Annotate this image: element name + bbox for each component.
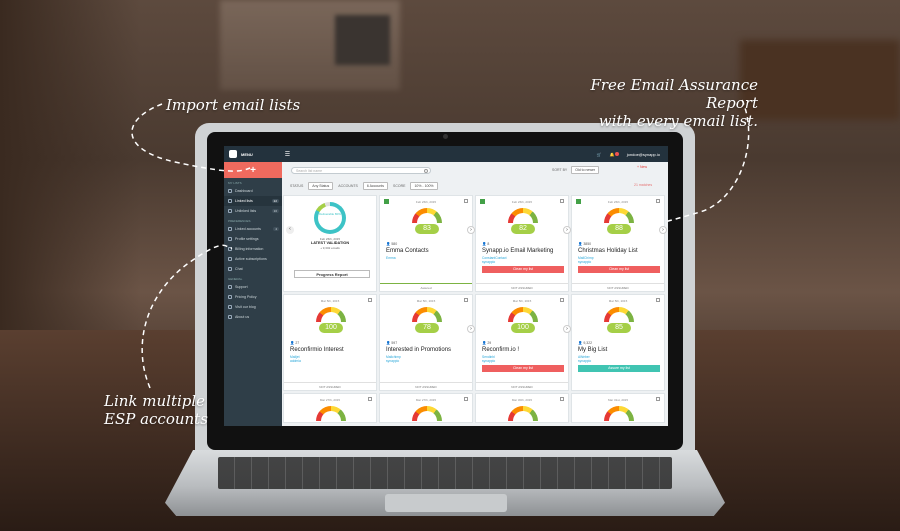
next-arrow-icon[interactable]: › — [563, 325, 571, 333]
next-arrow-icon[interactable]: › — [467, 226, 475, 234]
annotation-arrows — [131, 99, 750, 389]
next-arrow-icon[interactable]: › — [659, 226, 667, 234]
next-arrow-icon[interactable]: › — [467, 325, 475, 333]
next-arrow-icon[interactable]: › — [563, 226, 571, 234]
ring-label: Deliverable 80% — [319, 212, 341, 216]
